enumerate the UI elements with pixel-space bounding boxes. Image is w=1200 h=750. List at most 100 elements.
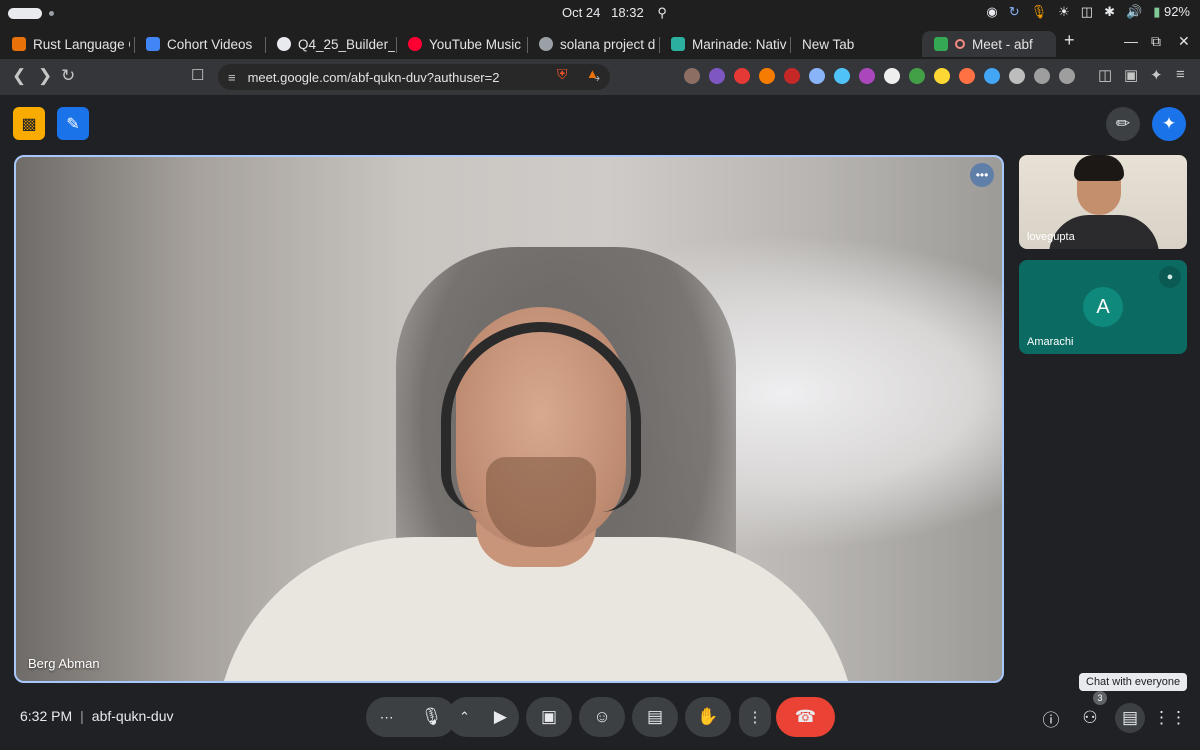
close-window-button[interactable]: ✕ [1178,33,1190,50]
notification-dot-icon [49,11,54,16]
url-text: meet.google.com/abf-qukn-duv?authuser=2 [247,69,500,85]
rust-favicon-icon [12,37,26,51]
extensions-puzzle-icon[interactable] [1009,68,1025,84]
chat-tooltip: Chat with everyone [1079,673,1188,691]
mic-control-group: ⋯ 🎙 [366,697,456,737]
volume-icon: 🔊 [1126,4,1143,19]
tab-rust-language[interactable]: Rust Language C [0,31,130,57]
tab-solana-project[interactable]: solana project d [527,31,657,57]
battery-icon: ▮ [1153,4,1161,19]
extension-icon[interactable] [1059,68,1075,84]
tab-q4-builder[interactable]: Q4_25_Builder_ [265,31,395,57]
meeting-code: abf-qukn-duv [91,708,174,724]
extension-icon[interactable] [859,68,875,84]
leo-ai-icon[interactable]: ✦ [1150,66,1163,84]
participant-tile-lovegupta[interactable]: lovegupta [1019,155,1187,249]
brave-shield-icon[interactable]: ⛨ [557,66,568,83]
time-text: 18:32 [611,5,644,20]
drive-favicon-icon [146,37,160,51]
meeting-time: 6:32 PM [20,708,73,724]
tab-cohort-videos[interactable]: Cohort Videos [134,31,264,57]
bookmark-icon[interactable]: ☐ [191,66,204,84]
wallet-icon[interactable]: ▣ [1124,66,1138,84]
camera-button[interactable]: ▶ [494,707,507,727]
present-screen-button[interactable]: ▣ [526,697,572,737]
meeting-details: 6:32 PM | abf-qukn-duv [20,708,174,724]
sidebar-toggle-icon[interactable]: ◫ [1098,66,1112,84]
chat-icon[interactable]: ▤ [1115,703,1145,733]
extension-icon[interactable] [984,68,1000,84]
microphone-button[interactable]: 🎙 [421,707,443,727]
extension-icon[interactable] [734,68,750,84]
more-options-vertical-button[interactable]: ⋮ [739,697,771,737]
participant-tile-amarachi[interactable]: ● A Amarachi [1019,260,1187,354]
gemini-icon[interactable]: ✦ [1152,107,1186,141]
main-video-tile[interactable]: ••• Berg Abman [14,155,1004,683]
extension-icon[interactable] [809,68,825,84]
discord-icon: ◉ [986,4,998,19]
extension-icon[interactable] [834,68,850,84]
openai-favicon-icon [539,37,553,51]
more-options-button[interactable]: ••• [970,163,994,187]
bluetooth-icon: ✱ [1104,4,1115,19]
extension-icon[interactable] [1034,68,1050,84]
meet-favicon-icon [934,37,948,51]
people-count-badge: 3 [1093,691,1107,705]
main-participant-name: Berg Abman [28,656,100,671]
chevron-up-icon[interactable]: ⌃ [459,709,470,725]
audio-settings-icon[interactable]: ⋯ [380,709,394,726]
people-icon[interactable]: ⚇ [1075,703,1105,733]
recording-dot-icon [955,39,965,49]
tab-youtube-music[interactable]: YouTube Music [396,31,526,57]
system-tray: ◉ ↻ 🎙 ☀ ◫ ✱ 🔊 ▮ 92% [986,4,1190,20]
tab-new-tab[interactable]: New Tab [790,31,920,57]
leave-call-button[interactable]: ☎ [776,697,835,737]
menu-icon[interactable]: ≡ [1176,66,1185,83]
extension-icon[interactable] [709,68,725,84]
notes-icon[interactable]: ✎ [57,107,89,140]
tab-label: solana project d [560,36,656,52]
tab-label: Rust Language C [33,36,130,52]
effects-pencil-icon[interactable]: ✏ [1106,107,1140,141]
youtube-music-favicon-icon [408,37,422,51]
captions-button[interactable]: ▤ [632,697,678,737]
forward-button[interactable]: ❯ [38,66,52,86]
back-button[interactable]: ❮ [12,66,26,86]
camera-control-group: ⌃ ▶ [447,697,519,737]
extension-icon[interactable] [784,68,800,84]
camera-off-notice-icon[interactable]: ▩ [13,107,45,140]
tab-label: YouTube Music [429,36,522,52]
marinade-favicon-icon [671,37,685,51]
tab-label: New Tab [802,36,855,52]
tab-meet-active[interactable]: Meet - abf [922,31,1056,57]
tab-marinade[interactable]: Marinade: Nativ [659,31,789,57]
activities-grid-icon[interactable]: ⋮⋮ [1153,703,1187,733]
address-bar[interactable]: ≡ meet.google.com/abf-qukn-duv?authuser=… [218,64,610,90]
extension-icon[interactable] [759,68,775,84]
extension-icon[interactable] [909,68,925,84]
restore-button[interactable]: ⧉ [1151,33,1161,50]
reactions-button[interactable]: ☺ [579,697,625,737]
minimize-button[interactable]: — [1124,33,1138,49]
brightness-icon: ☀ [1058,4,1070,19]
participant-name: lovegupta [1027,231,1075,243]
tab-label: Q4_25_Builder_ [298,36,395,52]
battery-level: 92% [1163,4,1190,19]
reload-button[interactable]: ↻ [61,66,75,86]
extension-icon[interactable] [884,68,900,84]
new-tab-button[interactable]: + [1064,30,1075,51]
participant-name: Amarachi [1027,336,1074,348]
meet-stage: ▩ ✎ ✏ ✦ ••• Berg Abman lovegupta ● A Ama… [0,95,1200,750]
raise-hand-button[interactable]: ✋ [685,697,731,737]
system-clock: Oct 24 18:32 ⚲ [562,5,667,21]
extension-icon[interactable] [684,68,700,84]
site-info-icon[interactable]: ≡ [228,70,236,85]
brave-rewards-icon[interactable]: ▲ [586,66,599,81]
tab-label: Meet - abf [972,36,1033,52]
date-text: Oct 24 [562,5,601,20]
extension-icon[interactable] [934,68,950,84]
meeting-info-icon[interactable]: ⓘ [1036,703,1066,733]
extension-icon[interactable] [959,68,975,84]
mic-off-icon: ● [1159,266,1181,288]
browser-toolbar: ❮ ❯ ↻ ☐ ≡ meet.google.com/abf-qukn-duv?a… [0,59,1200,95]
